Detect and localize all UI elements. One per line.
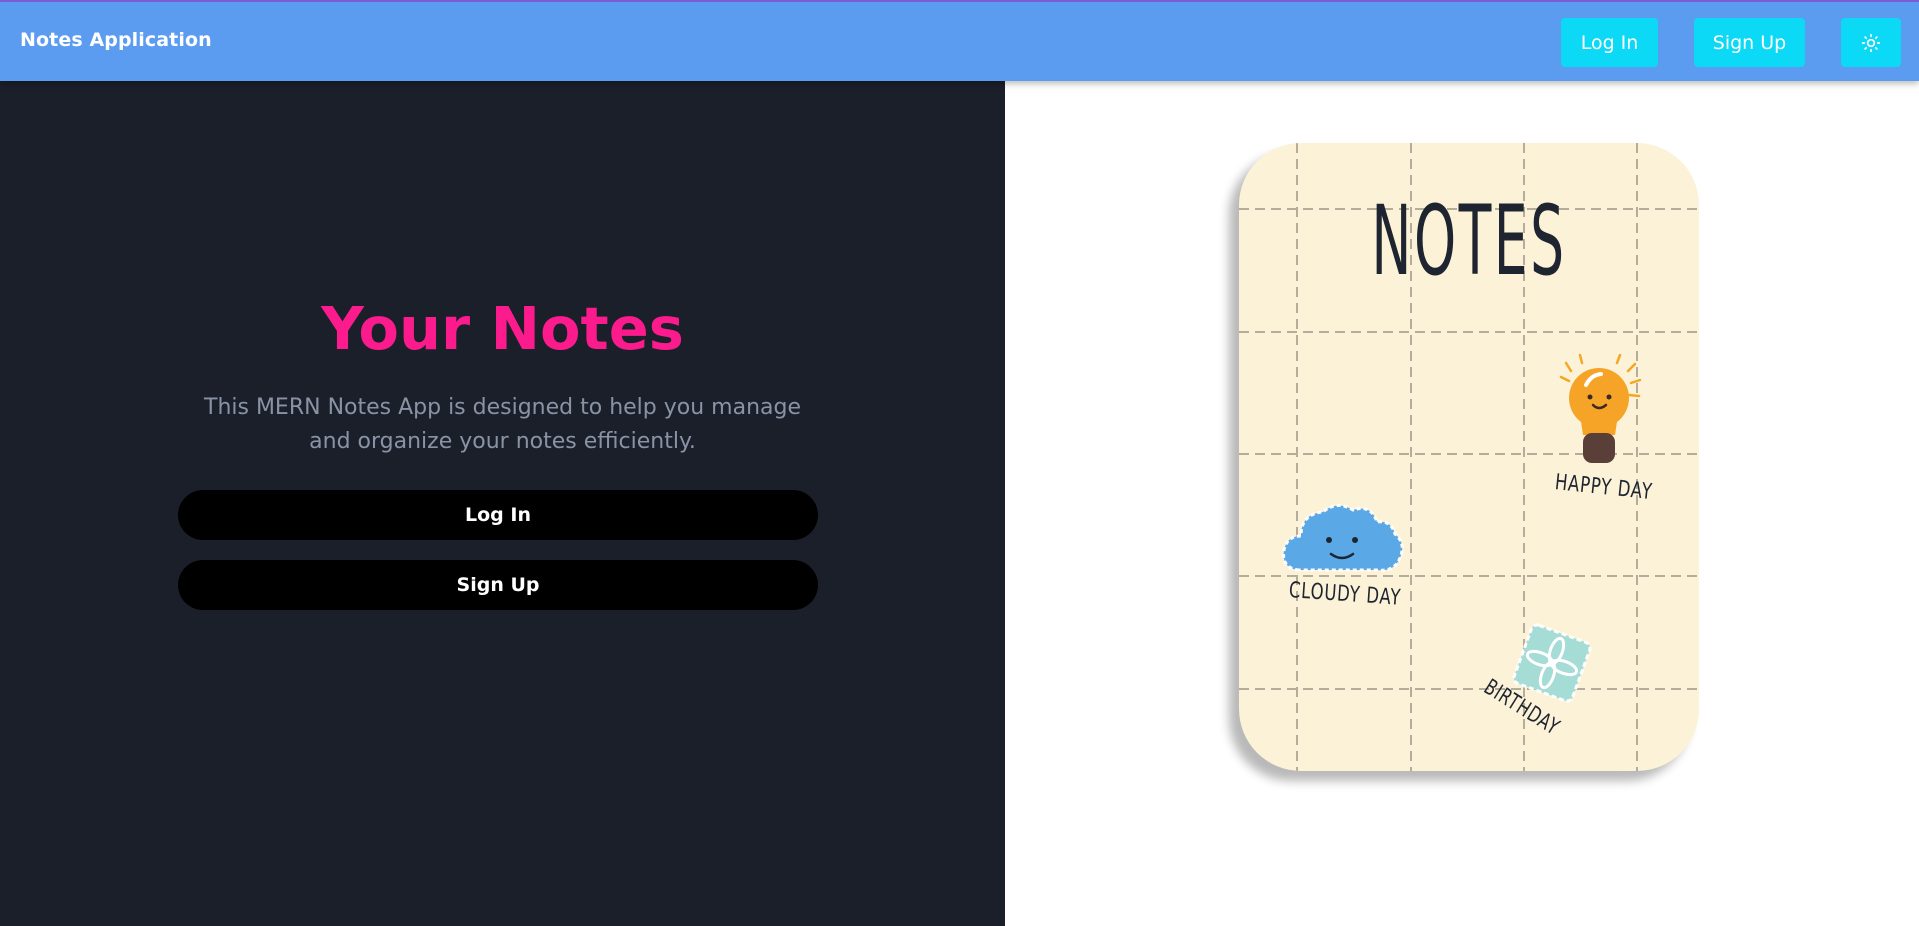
cloud-icon: [1282, 504, 1404, 572]
hero-section: Your Notes This MERN Notes App is design…: [0, 81, 1005, 926]
hero-title: Your Notes: [321, 294, 684, 363]
nav-login-button[interactable]: Log In: [1561, 18, 1658, 67]
notes-illustration: NOTES HAPPY DAY CLOUDY DAY BIRTHDAY: [1239, 143, 1699, 771]
nav-signup-button[interactable]: Sign Up: [1694, 18, 1805, 67]
app-brand[interactable]: Notes Application: [20, 29, 212, 51]
sun-icon: [1861, 33, 1881, 52]
navbar: Notes Application Log In Sign Up: [0, 0, 1919, 81]
signup-button[interactable]: Sign Up: [178, 560, 818, 610]
notes-heading: NOTES: [1371, 185, 1567, 297]
theme-toggle-button[interactable]: [1841, 18, 1901, 67]
login-button[interactable]: Log In: [178, 490, 818, 540]
hero-description: This MERN Notes App is designed to help …: [204, 395, 801, 454]
lightbulb-icon: [1559, 353, 1642, 463]
illustration-section: NOTES HAPPY DAY CLOUDY DAY BIRTHDAY: [1005, 81, 1919, 926]
